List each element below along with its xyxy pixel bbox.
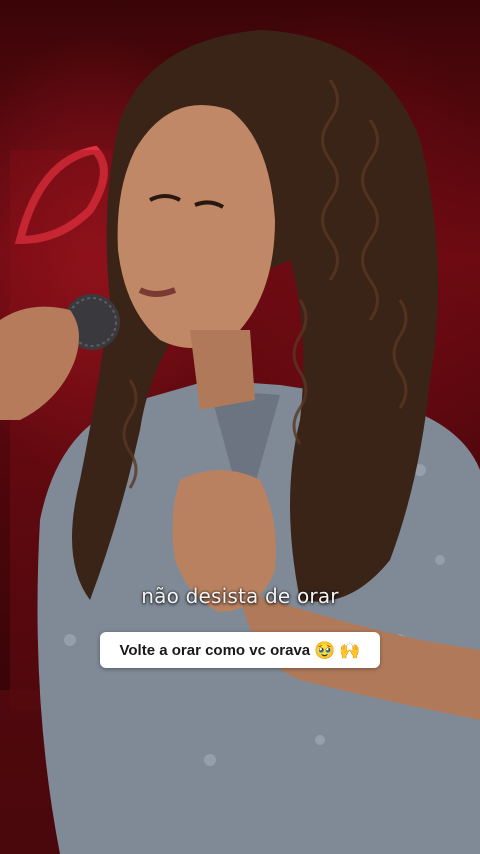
face [117, 105, 275, 348]
subtitle-caption: não desista de orar [141, 584, 339, 608]
video-frame: não desista de orar Volte a orar como vc… [0, 0, 480, 854]
performer-photo [0, 30, 480, 854]
text-sticker: Volte a orar como vc orava 🥹 🙌 [100, 632, 380, 668]
sticker-text: Volte a orar como vc orava [119, 641, 311, 659]
pleading-face-emoji-icon: 🥹 [314, 640, 336, 660]
raising-hands-emoji-icon: 🙌 [339, 640, 361, 660]
